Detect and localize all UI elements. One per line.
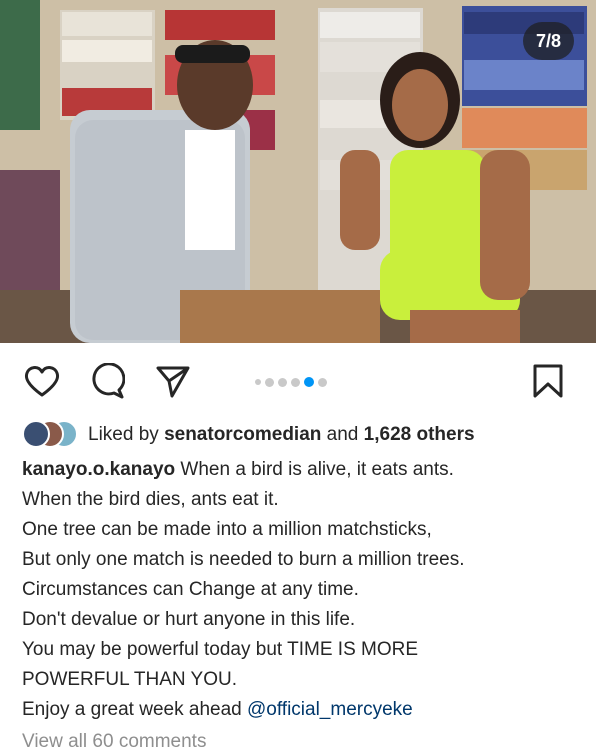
liked-by-user[interactable]: senatorcomedian: [164, 424, 321, 446]
carousel-dot: [291, 377, 300, 387]
avatar: [22, 420, 50, 448]
comment-icon[interactable]: [89, 363, 125, 399]
carousel-dot: [265, 377, 274, 387]
view-comments-link[interactable]: View all 60 comments: [22, 731, 206, 753]
liker-avatars: [22, 420, 82, 450]
likes-joiner: and: [326, 424, 359, 445]
caption-text: When a bird is alive, it eats ants. When…: [22, 459, 465, 720]
post-photo-image: [0, 0, 596, 343]
carousel-dot-active: [304, 377, 314, 387]
likes-count[interactable]: 1,628 others: [364, 424, 475, 446]
caption-username[interactable]: kanayo.o.kanayo: [22, 459, 175, 480]
carousel-dots: [255, 377, 327, 387]
caption-mention[interactable]: @official_mercyeke: [247, 699, 413, 720]
bookmark-icon[interactable]: [530, 363, 566, 399]
carousel-counter: 7/8: [522, 22, 574, 60]
carousel-dot: [278, 377, 287, 387]
send-icon[interactable]: [155, 363, 191, 399]
carousel-dot: [255, 379, 261, 385]
likes-row[interactable]: Liked by senatorcomedian and 1,628 other…: [22, 420, 475, 450]
carousel-dot: [318, 377, 327, 387]
post-caption: kanayo.o.kanayo When a bird is alive, it…: [22, 455, 582, 725]
heart-icon[interactable]: [24, 363, 60, 399]
likes-prefix: Liked by: [88, 424, 159, 445]
post-photo[interactable]: 7/8: [0, 0, 596, 343]
